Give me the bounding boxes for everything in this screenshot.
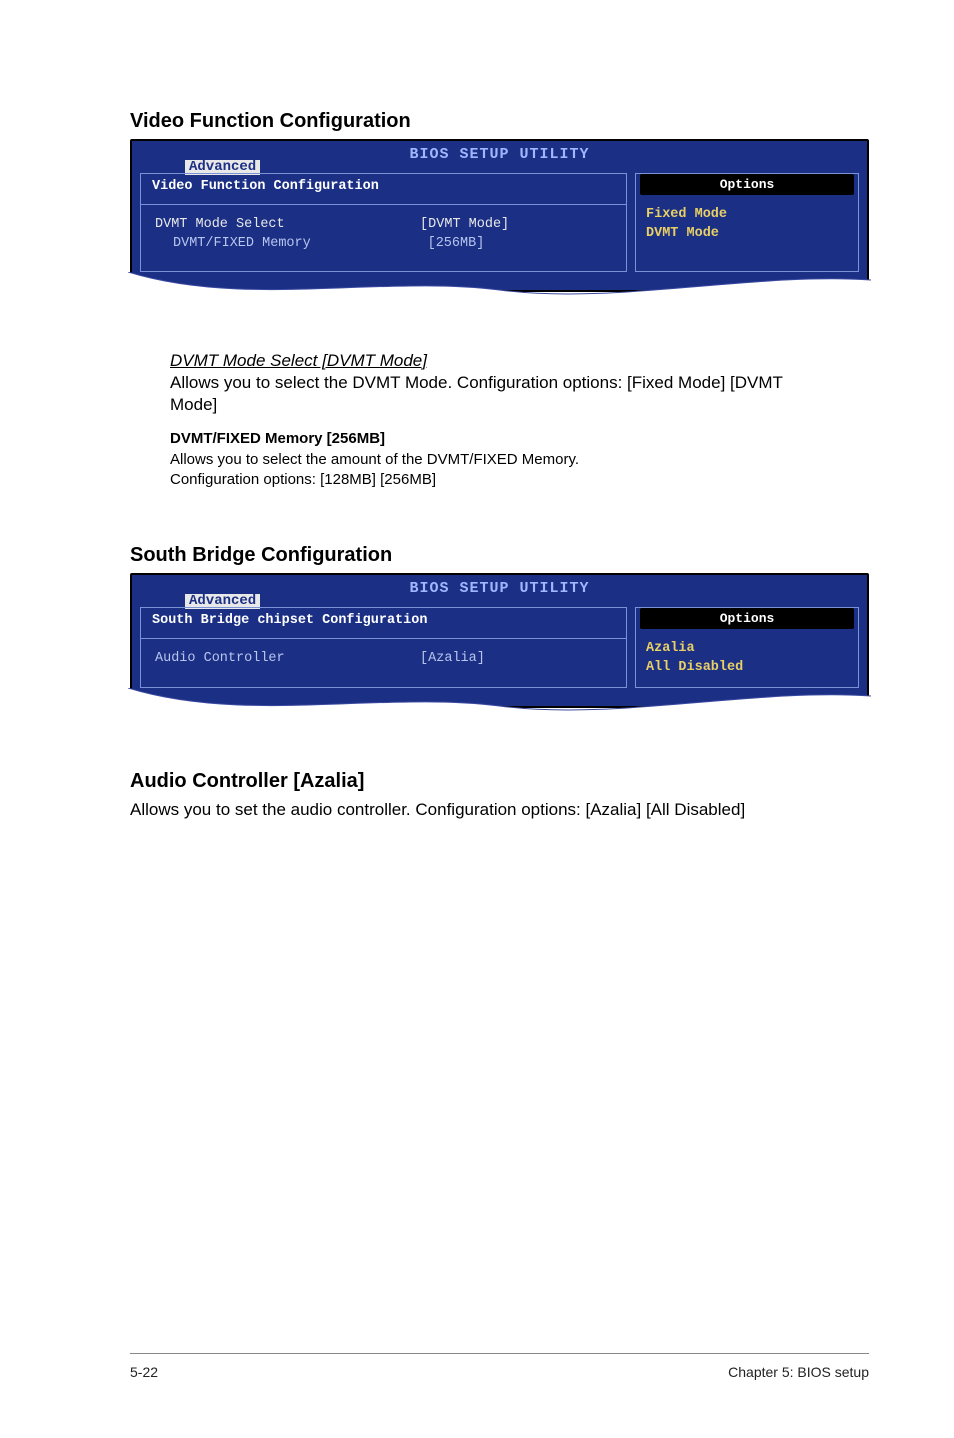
section-heading-video: Video Function Configuration xyxy=(130,110,869,133)
sub-setting-description: DVMT/FIXED Memory [256MB] Allows you to … xyxy=(170,429,790,490)
page-curl-decoration xyxy=(130,688,869,720)
sub-setting-body: Configuration options: [128MB] [256MB] xyxy=(170,470,790,490)
bios-setting-label: Audio Controller xyxy=(155,649,420,668)
audio-controller-body: Allows you to set the audio controller. … xyxy=(130,799,869,821)
bios-options-panel: Options Fixed Mode DVMT Mode xyxy=(635,173,859,272)
bios-options-panel: Options Azalia All Disabled xyxy=(635,607,859,688)
bios-utility-title: BIOS SETUP UTILITY xyxy=(409,146,589,163)
bios-header: BIOS SETUP UTILITY Advanced xyxy=(140,145,859,173)
bios-setting-label: DVMT/FIXED Memory xyxy=(173,234,428,253)
bios-setting-label: DVMT Mode Select xyxy=(155,215,420,234)
options-title: Options xyxy=(640,608,854,629)
bios-panel-subtitle: South Bridge chipset Configuration xyxy=(146,613,433,628)
section-heading-audio-controller: Audio Controller [Azalia] xyxy=(130,770,869,793)
bios-setting-value: [DVMT Mode] xyxy=(420,215,612,234)
bios-panel-subtitle: Video Function Configuration xyxy=(146,179,385,194)
bios-left-panel: Video Function Configuration DVMT Mode S… xyxy=(140,173,627,272)
page-number: 5-22 xyxy=(130,1364,158,1380)
option-item[interactable]: Fixed Mode xyxy=(646,205,848,224)
sub-setting-body: Allows you to select the amount of the D… xyxy=(170,450,790,470)
section-heading-south-bridge: South Bridge Configuration xyxy=(130,544,869,567)
setting-description: DVMT Mode Select [DVMT Mode] Allows you … xyxy=(170,350,810,415)
setting-description-title: DVMT Mode Select [DVMT Mode] xyxy=(170,350,810,372)
bios-setting-row[interactable]: Audio Controller [Azalia] xyxy=(155,649,612,668)
chapter-label: Chapter 5: BIOS setup xyxy=(728,1364,869,1380)
option-item[interactable]: DVMT Mode xyxy=(646,224,848,243)
page-footer: 5-22 Chapter 5: BIOS setup xyxy=(130,1353,869,1380)
option-item[interactable]: Azalia xyxy=(646,639,848,658)
option-item[interactable]: All Disabled xyxy=(646,658,848,677)
sub-setting-title: DVMT/FIXED Memory [256MB] xyxy=(170,429,790,449)
bios-left-panel: South Bridge chipset Configuration Audio… xyxy=(140,607,627,688)
bios-setting-value: [256MB] xyxy=(428,234,612,253)
bios-setting-row[interactable]: DVMT/FIXED Memory [256MB] xyxy=(155,234,612,253)
bios-panel-video: BIOS SETUP UTILITY Advanced Video Functi… xyxy=(130,139,869,292)
bios-header: BIOS SETUP UTILITY Advanced xyxy=(140,579,859,607)
setting-description-body: Allows you to select the DVMT Mode. Conf… xyxy=(170,372,810,416)
options-title: Options xyxy=(640,174,854,195)
page-curl-decoration xyxy=(130,272,869,304)
bios-utility-title: BIOS SETUP UTILITY xyxy=(409,580,589,597)
bios-setting-value: [Azalia] xyxy=(420,649,612,668)
bios-setting-row[interactable]: DVMT Mode Select [DVMT Mode] xyxy=(155,215,612,234)
